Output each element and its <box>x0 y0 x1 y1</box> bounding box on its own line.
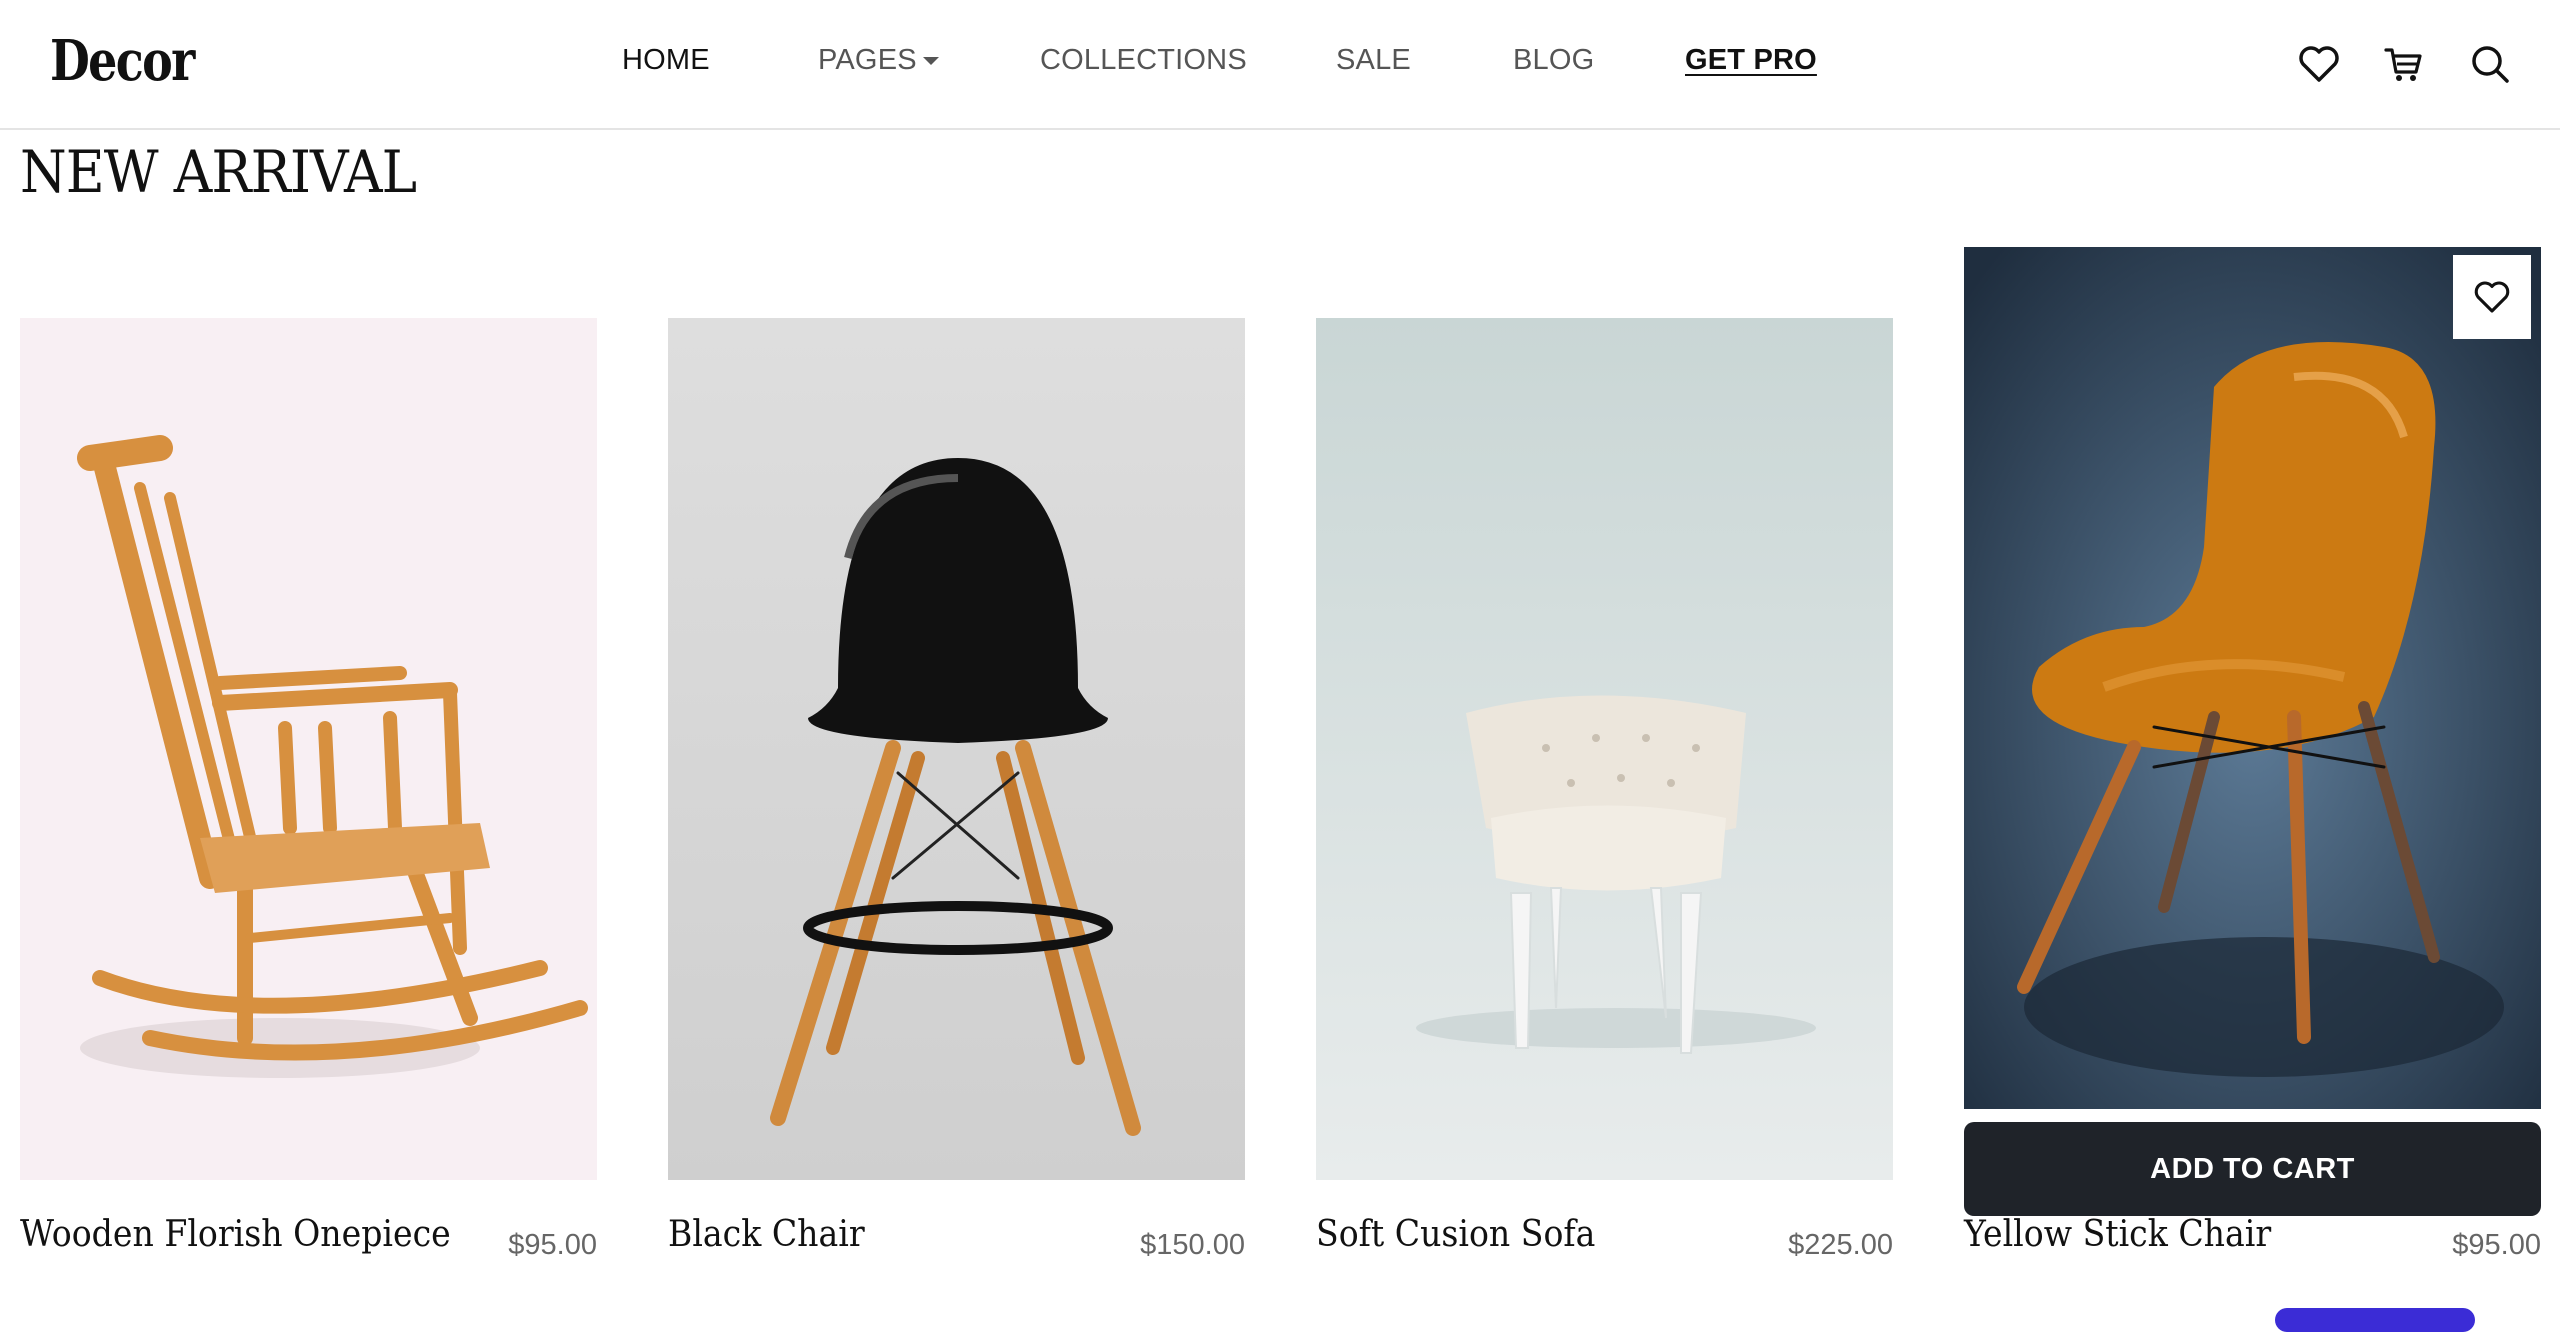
product-price: $95.00 <box>2452 1229 2541 1261</box>
chevron-down-icon <box>922 57 939 66</box>
nav-pages[interactable]: PAGES <box>818 44 939 77</box>
cart-icon[interactable] <box>2380 40 2428 88</box>
nav-blog[interactable]: BLOG <box>1513 44 1594 77</box>
scroll-to-top-button[interactable] <box>2275 1308 2475 1332</box>
product-image-rocking-chair[interactable] <box>20 318 597 1180</box>
product-price: $150.00 <box>1140 1229 1245 1261</box>
heart-icon[interactable] <box>2295 40 2343 88</box>
search-icon[interactable] <box>2466 40 2514 88</box>
logo[interactable]: Decor <box>50 28 195 94</box>
product-price: $95.00 <box>508 1229 597 1261</box>
site-header: Decor HOME PAGES COLLECTIONS SALE BLOG G… <box>0 0 2560 130</box>
product-price: $225.00 <box>1788 1229 1893 1261</box>
nav-pages-label: PAGES <box>818 44 917 76</box>
nav-collections[interactable]: COLLECTIONS <box>1040 44 1247 77</box>
nav-sale[interactable]: SALE <box>1336 44 1411 77</box>
nav-home[interactable]: HOME <box>622 44 710 77</box>
product-image-black-chair[interactable] <box>668 318 1245 1180</box>
section-title: NEW ARRIVAL <box>20 138 417 206</box>
heart-icon <box>2474 281 2510 313</box>
add-to-cart-button[interactable]: ADD TO CART <box>1964 1122 2541 1216</box>
product-image-yellow-chair[interactable] <box>1964 247 2541 1109</box>
product-image-soft-sofa[interactable] <box>1316 318 1893 1180</box>
product-name[interactable]: Soft Cusion Sofa <box>1316 1214 1595 1255</box>
product-name[interactable]: Yellow Stick Chair <box>1964 1214 2271 1255</box>
product-name[interactable]: Black Chair <box>668 1214 865 1255</box>
wishlist-button[interactable] <box>2453 255 2531 339</box>
product-name[interactable]: Wooden Florish Onepiece <box>20 1214 451 1255</box>
nav-get-pro[interactable]: GET PRO <box>1685 44 1817 77</box>
